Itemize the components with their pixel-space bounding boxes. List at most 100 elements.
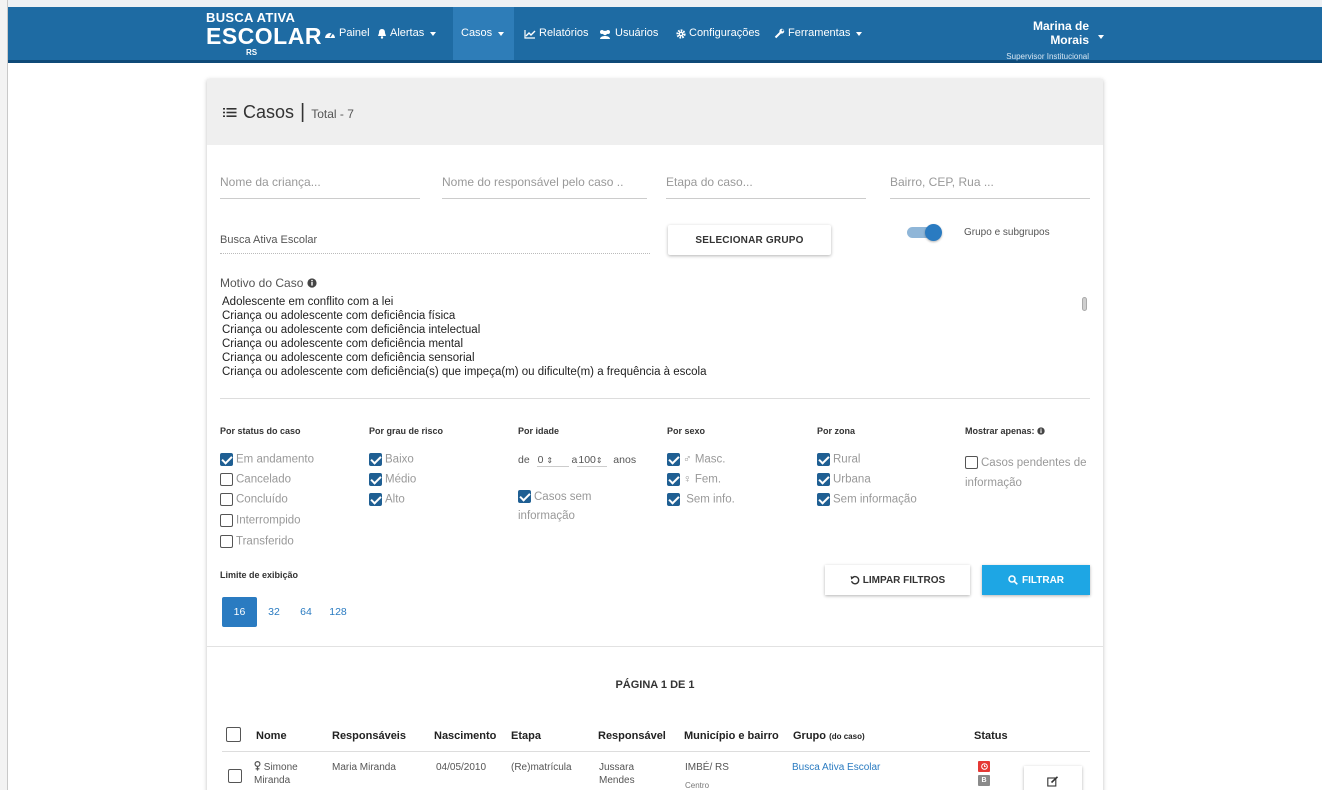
- checkbox-checked[interactable]: [817, 453, 830, 466]
- checkbox-unchecked[interactable]: [965, 456, 978, 470]
- motivo-select[interactable]: Adolescente em conflito com a lei Crianç…: [220, 295, 1090, 399]
- undo-icon: [850, 575, 860, 585]
- motivo-option[interactable]: Criança ou adolescente com deficiência s…: [220, 351, 1090, 365]
- checkbox-label: Interrompido: [236, 514, 301, 527]
- checkbox-unchecked[interactable]: [226, 727, 241, 743]
- pendentes-checkbox[interactable]: Casos pendentes de informação: [965, 453, 1093, 493]
- status-transferido-checkbox[interactable]: Transferido: [220, 535, 294, 548]
- zona-urbana-checkbox[interactable]: Urbana: [817, 473, 871, 486]
- limite-selector: 16 32 64 128: [222, 597, 355, 627]
- sexo-fem-checkbox[interactable]: ♀ Fem.: [667, 473, 721, 486]
- col-header-nome[interactable]: Nome: [256, 730, 287, 742]
- status-interrompido-checkbox[interactable]: Interrompido: [220, 514, 301, 527]
- chevron-down-icon[interactable]: [1098, 35, 1104, 39]
- status-concluido-checkbox[interactable]: Concluído: [220, 493, 288, 506]
- title-divider: |: [300, 100, 306, 123]
- sexo-sem-info-checkbox[interactable]: Sem info.: [667, 493, 735, 506]
- checkbox-unchecked[interactable]: [220, 473, 233, 486]
- nav-ferramentas[interactable]: Ferramentas: [768, 7, 868, 60]
- zona-sem-info-checkbox[interactable]: Sem informação: [817, 493, 917, 506]
- col-header-status[interactable]: Status: [974, 730, 1008, 742]
- zona-filter-title: Por zona: [817, 426, 856, 436]
- col-header-nascimento[interactable]: Nascimento: [434, 730, 496, 742]
- checkbox-checked[interactable]: [667, 473, 680, 486]
- user-menu[interactable]: Marina de Morais Supervisor Instituciona…: [991, 19, 1089, 61]
- nome-responsavel-input[interactable]: Nome do responsável pelo caso ..: [442, 171, 647, 199]
- risco-medio-checkbox[interactable]: Médio: [369, 473, 416, 486]
- status-em-andamento-checkbox[interactable]: Em andamento: [220, 453, 314, 466]
- checkbox-checked[interactable]: [220, 453, 233, 466]
- subgrupos-toggle[interactable]: [907, 224, 943, 241]
- checkbox-unchecked[interactable]: [220, 514, 233, 527]
- limite-option-16[interactable]: 16: [222, 597, 257, 627]
- checkbox-label: Casos pendentes de informação: [965, 457, 1087, 489]
- row-nome[interactable]: Simone Miranda: [254, 760, 298, 787]
- nav-painel[interactable]: Painel: [318, 7, 376, 60]
- nav-relatorios[interactable]: Relatórios: [518, 7, 595, 60]
- table-header-divider: [222, 751, 1090, 752]
- edit-case-button[interactable]: [1024, 766, 1082, 790]
- nav-configuracoes[interactable]: Configurações: [670, 7, 766, 60]
- etapa-input[interactable]: Etapa do caso...: [666, 171, 866, 199]
- idade-sem-info-checkbox[interactable]: Casos sem informação: [518, 488, 638, 526]
- status-alert-icon[interactable]: [978, 761, 990, 772]
- checkbox-checked[interactable]: [817, 473, 830, 486]
- checkbox-label: Baixo: [385, 453, 414, 466]
- motivo-scrollbar[interactable]: [1082, 297, 1087, 311]
- endereco-input[interactable]: Bairro, CEP, Rua ...: [890, 171, 1090, 199]
- checkbox-label: Cancelado: [236, 473, 291, 486]
- limite-option-64[interactable]: 64: [291, 597, 321, 627]
- motivo-option[interactable]: Criança ou adolescente com deficiência m…: [220, 337, 1090, 351]
- spinner-icon[interactable]: ⇕: [546, 456, 553, 465]
- gear-icon: [676, 28, 686, 39]
- chevron-down-icon: [856, 31, 863, 36]
- checkbox-checked[interactable]: [369, 473, 382, 486]
- motivo-option[interactable]: Criança ou adolescente com deficiência(s…: [220, 365, 1090, 379]
- window-top-edge: [0, 0, 1322, 7]
- selecionar-grupo-button[interactable]: SELECIONAR GRUPO: [668, 225, 831, 255]
- limite-option-128[interactable]: 128: [323, 597, 353, 627]
- zona-rural-checkbox[interactable]: Rural: [817, 453, 860, 466]
- checkbox-unchecked[interactable]: [220, 535, 233, 548]
- col-header-responsaveis[interactable]: Responsáveis: [332, 730, 406, 742]
- nav-alertas[interactable]: Alertas: [371, 7, 442, 60]
- motivo-option[interactable]: Adolescente em conflito com a lei: [220, 295, 1090, 309]
- motivo-option[interactable]: Criança ou adolescente com deficiência f…: [220, 309, 1090, 323]
- risco-baixo-checkbox[interactable]: Baixo: [369, 453, 414, 466]
- status-cancelado-checkbox[interactable]: Cancelado: [220, 473, 291, 486]
- motivo-option[interactable]: Criança ou adolescente com deficiência i…: [220, 323, 1090, 337]
- card-header: Casos | Total - 7: [207, 79, 1103, 145]
- spinner-icon[interactable]: ⇕: [596, 456, 603, 465]
- select-all-checkbox[interactable]: [226, 726, 244, 744]
- sexo-masc-checkbox[interactable]: ♂ Masc.: [667, 453, 726, 466]
- row-responsavel: Jussara Mendes: [599, 761, 635, 787]
- row-select-checkbox[interactable]: [228, 767, 245, 785]
- col-header-municipio[interactable]: Município e bairro: [684, 730, 779, 742]
- nav-casos[interactable]: Casos: [453, 7, 514, 60]
- row-grupo-link[interactable]: Busca Ativa Escolar: [792, 761, 880, 774]
- app-logo[interactable]: BUSCA ATIVA ESCOLAR RS: [206, 11, 322, 57]
- checkbox-checked[interactable]: [667, 493, 680, 506]
- row-responsaveis: Maria Miranda: [332, 762, 396, 773]
- idade-max-value: 100: [578, 454, 596, 466]
- checkbox-unchecked[interactable]: [220, 493, 233, 506]
- col-header-grupo[interactable]: Grupo (do caso): [793, 730, 865, 742]
- checkbox-unchecked[interactable]: [228, 768, 242, 783]
- row-municipio: IMBÉ/ RS: [685, 762, 729, 773]
- nome-crianca-input[interactable]: Nome da criança...: [220, 171, 420, 199]
- idade-min-input[interactable]: 0 ⇕: [536, 454, 569, 467]
- nav-usuarios[interactable]: Usuários: [592, 7, 664, 60]
- female-icon: [254, 760, 261, 771]
- checkbox-checked[interactable]: [369, 453, 382, 466]
- limpar-filtros-button[interactable]: LIMPAR FILTROS: [825, 565, 970, 595]
- checkbox-checked[interactable]: [369, 493, 382, 506]
- checkbox-checked[interactable]: [667, 453, 680, 466]
- checkbox-checked[interactable]: [817, 493, 830, 506]
- col-header-responsavel[interactable]: Responsável: [598, 730, 666, 742]
- col-header-etapa[interactable]: Etapa: [511, 730, 541, 742]
- limite-option-32[interactable]: 32: [259, 597, 289, 627]
- filtrar-button[interactable]: FILTRAR: [982, 565, 1090, 595]
- checkbox-checked[interactable]: [518, 490, 531, 504]
- risco-alto-checkbox[interactable]: Alto: [369, 493, 405, 506]
- idade-max-input[interactable]: 100⇕: [577, 454, 608, 467]
